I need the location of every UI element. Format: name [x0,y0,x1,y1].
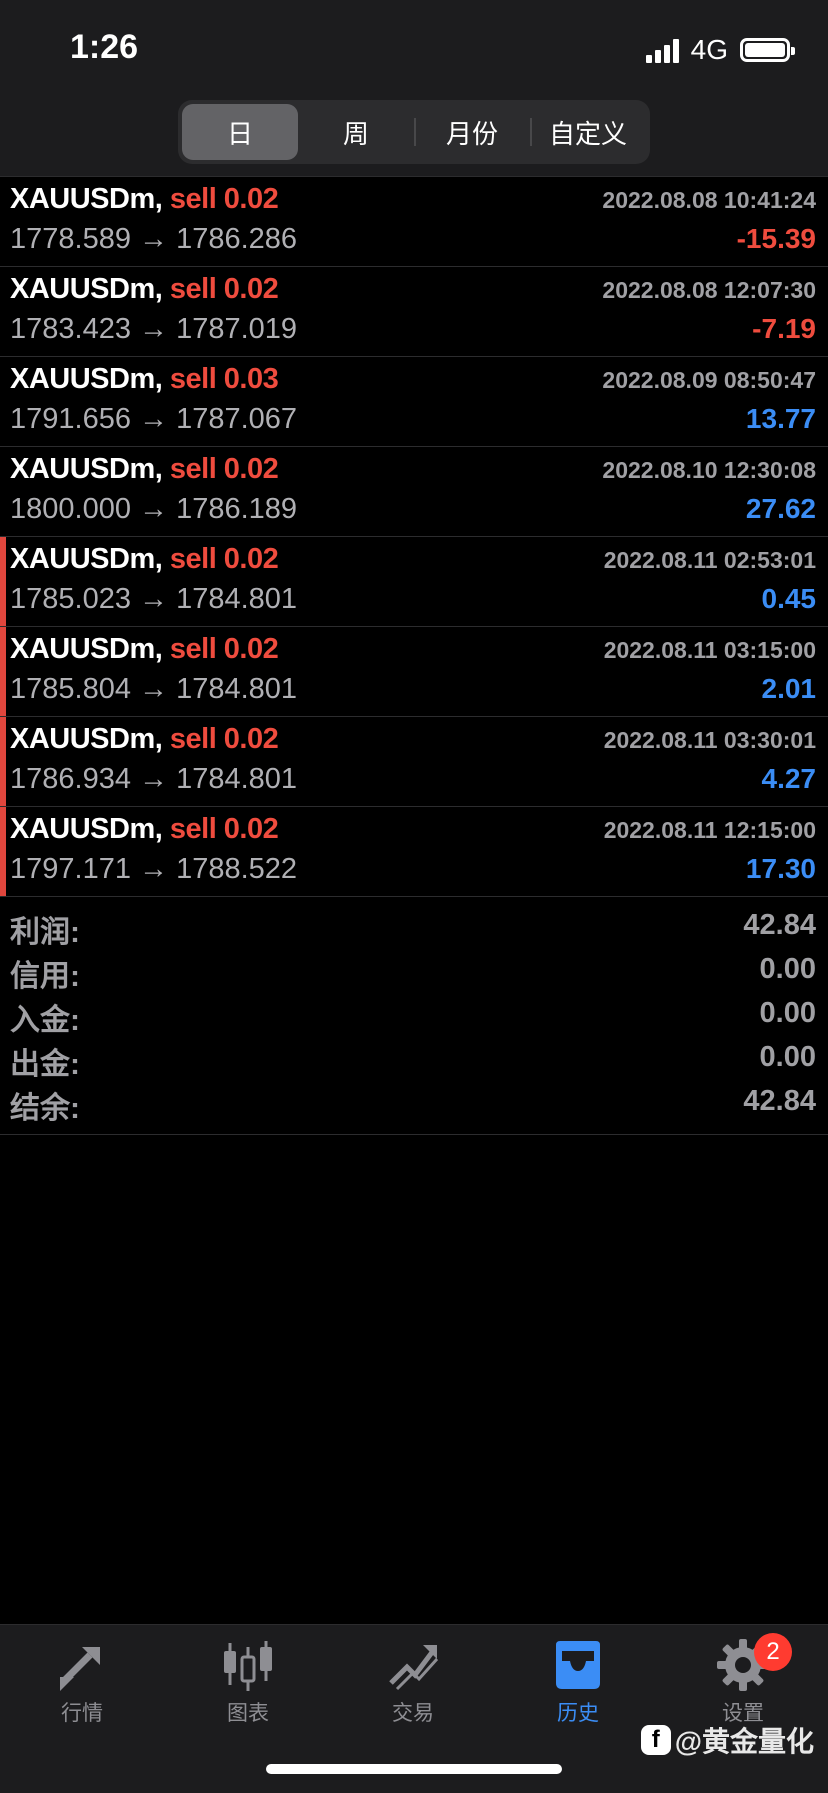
summary-value: 42.84 [743,1085,816,1117]
trade-side: sell 0.03 [169,363,279,395]
trade-datetime: 2022.08.11 03:30:01 [603,727,816,753]
trade-datetime: 2022.08.09 08:50:47 [602,367,816,393]
trade-row[interactable]: XAUUSDm, sell 0.03 2022.08.09 08:50:47 179… [0,356,828,446]
trade-datetime: 2022.08.08 10:41:24 [602,187,816,213]
trade-profit: 17.30 [745,853,816,884]
trade-profit: 27.62 [745,493,816,524]
trade-datetime: 2022.08.11 02:53:01 [603,547,816,573]
trade-side: sell 0.02 [169,723,279,755]
trade-symbol: XAUUSDm, sell 0.03 [10,363,279,395]
summary-row: 结余: 42.84 [0,1081,828,1125]
trade-symbol: XAUUSDm, sell 0.02 [10,273,279,305]
trade-row[interactable]: XAUUSDm, sell 0.02 2022.08.11 03:30:01 178… [0,716,828,806]
tab-week[interactable]: 周 [298,104,414,160]
summary-label: 利润: [10,916,80,949]
trade-trend-icon [389,1645,439,1691]
nav-trade-label: 交易 [392,1702,434,1725]
summary-label: 入金: [10,1004,80,1037]
summary-row: 信用: 0.00 [0,949,828,993]
trade-history-list: XAUUSDm, sell 0.02 2022.08.08 10:41:24 177… [0,176,828,896]
quotes-arrows-icon [60,1647,100,1691]
trade-prices: 1785.804 → 1784.801 [10,673,298,705]
trade-datetime: 2022.08.11 03:15:00 [603,637,816,663]
home-indicator[interactable] [266,1764,562,1774]
trade-side: sell 0.02 [169,183,279,215]
summary-row: 利润: 42.84 [0,905,828,949]
tab-custom[interactable]: 自定义 [530,104,646,160]
trade-row[interactable]: XAUUSDm, sell 0.02 2022.08.08 10:41:24 177… [0,176,828,266]
trade-datetime: 2022.08.11 12:15:00 [603,817,816,843]
trade-profit: -15.39 [736,223,816,254]
trade-row[interactable]: XAUUSDm, sell 0.02 2022.08.11 12:15:00 179… [0,806,828,896]
period-segmented-control: 日 周 月份 自定义 [178,100,650,164]
signal-icon [645,37,679,63]
trade-prices: 1800.000 → 1786.189 [10,493,298,525]
trade-row[interactable]: XAUUSDm, sell 0.02 2022.08.08 12:07:30 178… [0,266,828,356]
trade-symbol: XAUUSDm, sell 0.02 [10,723,279,755]
status-bar: 1:26 4G [0,0,828,100]
summary-value: 42.84 [743,909,816,941]
trade-side: sell 0.02 [169,813,279,845]
watermark-text: @黄金量化 [674,1726,814,1757]
nav-quotes[interactable]: 行情 [27,1637,137,1727]
trade-profit: 4.27 [761,763,817,794]
nav-history[interactable]: 历史 [523,1637,633,1727]
battery-icon [740,38,795,62]
trade-side: sell 0.02 [169,273,279,305]
summary-label: 结余: [10,1092,80,1125]
tab-day[interactable]: 日 [182,104,298,160]
trade-prices: 1785.023 → 1784.801 [10,583,298,615]
tab-month[interactable]: 月份 [414,104,530,160]
trade-symbol: XAUUSDm, sell 0.02 [10,813,279,845]
trade-profit: 0.45 [761,583,817,614]
watermark: f @黄金量化 [640,1720,814,1760]
nav-history-label: 历史 [557,1702,599,1725]
trade-side: sell 0.02 [169,543,279,575]
nav-settings[interactable]: 设置 2 [688,1633,798,1727]
trade-profit: 2.01 [761,673,817,704]
period-tabs-bar: 日 周 月份 自定义 [0,100,828,176]
trade-symbol: XAUUSDm, sell 0.02 [10,183,279,215]
summary-label: 出金: [10,1048,80,1081]
nav-trade[interactable]: 交易 [358,1637,468,1727]
summary-row: 出金: 0.00 [0,1037,828,1081]
trade-side: sell 0.02 [169,633,279,665]
history-inbox-icon [556,1641,600,1689]
candlestick-chart-icon [224,1641,272,1691]
trade-prices: 1778.589 → 1786.286 [10,223,298,255]
settings-badge: 2 [754,1633,792,1671]
summary-value: 0.00 [759,1041,816,1073]
trade-side: sell 0.02 [169,453,279,485]
summary-divider [0,1134,828,1135]
summary-label: 信用: [10,960,80,993]
nav-chart[interactable]: 图表 [193,1637,303,1727]
trade-symbol: XAUUSDm, sell 0.02 [10,543,279,575]
trade-row[interactable]: XAUUSDm, sell 0.02 2022.08.11 03:15:00 178… [0,626,828,716]
summary-value: 0.00 [759,997,816,1029]
facebook-icon: f [640,1725,671,1755]
nav-quotes-label: 行情 [61,1702,103,1725]
trade-prices: 1791.656 → 1787.067 [10,403,298,435]
status-indicators: 4G [645,34,795,66]
account-summary: 利润: 42.84 信用: 0.00 入金: 0.00 出金: 0.00 结余: 42.84 [0,896,828,1125]
summary-value: 0.00 [759,953,816,985]
trade-row[interactable]: XAUUSDm, sell 0.02 2022.08.11 02:53:01 178… [0,536,828,626]
status-time: 1:26 [70,28,139,66]
summary-row: 入金: 0.00 [0,993,828,1037]
trade-row[interactable]: XAUUSDm, sell 0.02 2022.08.10 12:30:08 180… [0,446,828,536]
nav-chart-label: 图表 [227,1702,269,1725]
trade-prices: 1786.934 → 1784.801 [10,763,298,795]
trade-datetime: 2022.08.10 12:30:08 [602,457,816,483]
trade-symbol: XAUUSDm, sell 0.02 [10,453,279,485]
trade-prices: 1783.423 → 1787.019 [10,313,298,345]
trade-profit: -7.19 [752,313,816,344]
trade-prices: 1797.171 → 1788.522 [10,853,298,885]
trade-profit: 13.77 [745,403,816,434]
trade-datetime: 2022.08.08 12:07:30 [602,277,816,303]
trade-symbol: XAUUSDm, sell 0.02 [10,633,279,665]
network-label: 4G [690,34,728,65]
